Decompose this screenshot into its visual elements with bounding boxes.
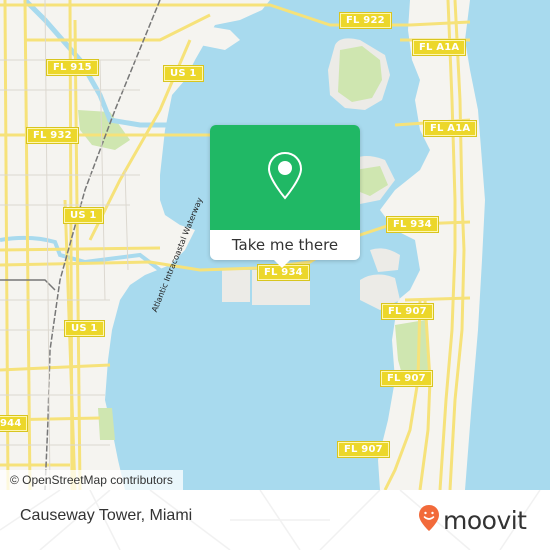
map-attribution[interactable]: © OpenStreetMap contributors	[0, 470, 183, 490]
road-shield-us1-mid: US 1	[63, 207, 104, 224]
road-shield-fl922: FL 922	[339, 12, 392, 29]
road-shield-fla1a-mid: FL A1A	[422, 120, 478, 137]
road-shield-fl915: FL 915	[46, 59, 99, 76]
popup-header[interactable]	[210, 125, 360, 230]
port-island-west	[222, 270, 250, 302]
park-south	[98, 408, 115, 440]
moovit-pin-icon	[418, 504, 440, 536]
road-shield-fl907-south: FL 907	[337, 441, 390, 458]
marina-land	[200, 25, 240, 50]
map[interactable]: FL 922 FL A1A FL 915 US 1 FL A1A FL 932 …	[0, 0, 550, 490]
moovit-logo[interactable]: moovit	[418, 500, 527, 540]
map-pin-icon	[267, 151, 303, 205]
road-shield-fl907-mid: FL 907	[380, 370, 433, 387]
miami-beach-island	[378, 0, 485, 490]
take-me-there-button[interactable]: Take me there	[210, 230, 360, 260]
road-shield-fl932: FL 932	[26, 127, 79, 144]
road-shield-fl944: 944	[0, 415, 29, 432]
road-shield-fl907-north: FL 907	[381, 303, 434, 320]
road-shield-fl934-east: FL 934	[386, 216, 439, 233]
place-name: Causeway Tower, Miami	[20, 507, 193, 524]
location-popup: Take me there	[210, 125, 360, 268]
road-shield-us1-north: US 1	[163, 65, 204, 82]
moovit-wordmark: moovit	[443, 505, 527, 535]
footer: Causeway Tower, Miami moovit	[0, 490, 550, 550]
popup-tail	[274, 260, 290, 268]
road-shield-fla1a-north: FL A1A	[411, 39, 467, 56]
island-small	[370, 248, 400, 272]
road-shield-us1-south: US 1	[64, 320, 105, 337]
